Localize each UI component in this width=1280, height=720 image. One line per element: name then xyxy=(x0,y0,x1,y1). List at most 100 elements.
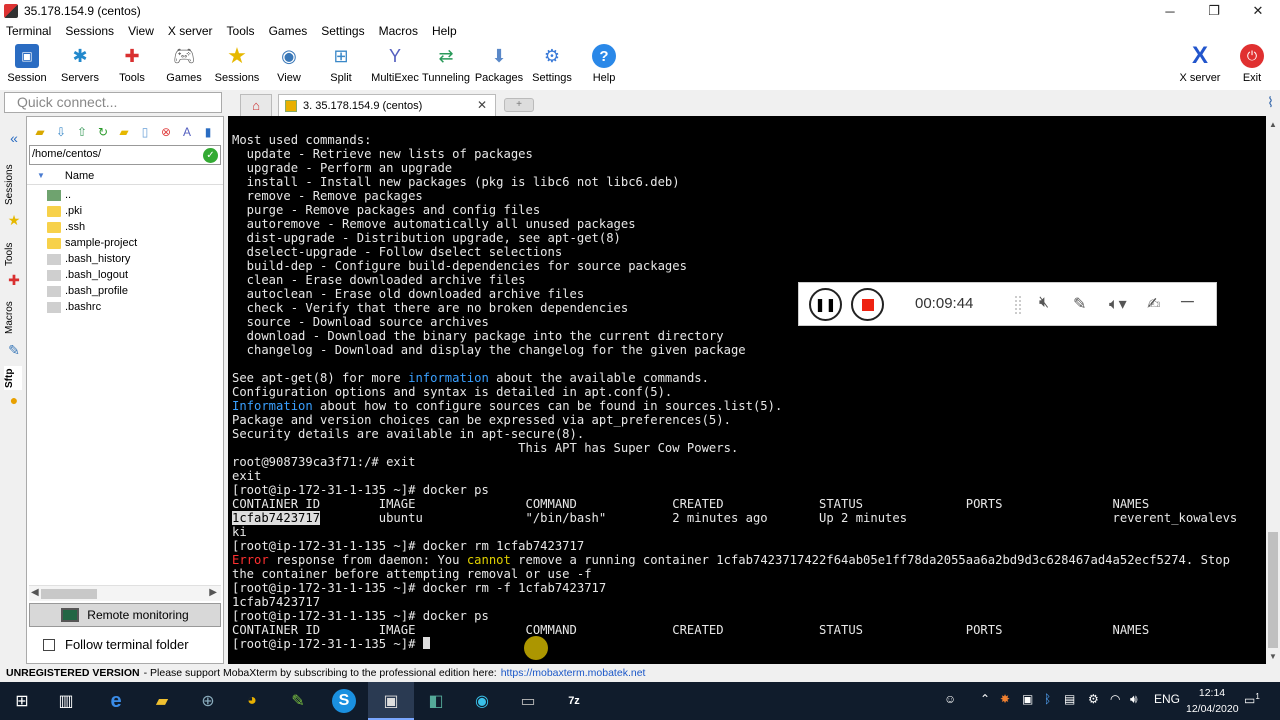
menu-macros[interactable]: Macros xyxy=(379,24,418,38)
file-item[interactable]: .bashrc xyxy=(47,299,101,315)
menu-help[interactable]: Help xyxy=(432,24,457,38)
session-button[interactable]: ▣ Session xyxy=(1,42,53,88)
parent-folder-icon[interactable]: ▰ xyxy=(31,123,49,141)
new-folder-icon[interactable]: ▰ xyxy=(115,123,133,141)
wifi-icon[interactable]: ◠ xyxy=(1110,692,1120,706)
multiexec-button[interactable]: Y MultiExec xyxy=(369,42,421,88)
menu-terminal[interactable]: Terminal xyxy=(6,24,51,38)
x-server-button[interactable]: X X server xyxy=(1174,42,1226,88)
system-audio-icon[interactable]: 🔈︎▾ xyxy=(1109,294,1127,314)
terminal-view[interactable]: Most used commands: update - Retrieve ne… xyxy=(228,116,1266,664)
name-column-header[interactable]: Name xyxy=(65,170,94,182)
skype-icon[interactable]: S xyxy=(332,689,356,713)
delete-icon[interactable]: ⊗ xyxy=(157,123,175,141)
file-explorer-icon[interactable]: ▰ xyxy=(150,689,174,713)
close-window-button[interactable]: ✕ xyxy=(1236,0,1280,22)
network-app-icon[interactable]: ⊕ xyxy=(196,689,220,713)
scroll-down-icon[interactable]: ▼ xyxy=(1269,652,1277,661)
games-button[interactable]: 🎮︎ Games xyxy=(158,42,210,88)
task-view-icon[interactable]: ▥ xyxy=(54,689,78,713)
system-clock[interactable]: 12:14 12/04/2020 xyxy=(1186,685,1239,717)
bluetooth-icon[interactable]: ᛒ xyxy=(1044,692,1051,706)
view-button[interactable]: ◉ View xyxy=(263,42,315,88)
edge-icon[interactable]: e xyxy=(104,689,128,713)
file-item[interactable]: .pki xyxy=(47,203,82,219)
close-tab-icon[interactable]: ✕ xyxy=(477,98,487,112)
maximize-button[interactable]: ❐ xyxy=(1192,0,1236,22)
menu-games[interactable]: Games xyxy=(269,24,308,38)
exit-button[interactable]: ⏻ Exit xyxy=(1226,42,1278,88)
split-button[interactable]: ⊞ Split xyxy=(315,42,367,88)
sessions-button[interactable]: ★ Sessions xyxy=(211,42,263,88)
tray-expand-icon[interactable]: ⌃ xyxy=(980,692,990,706)
file-list-header[interactable]: ▼ Name xyxy=(27,167,223,185)
follow-terminal-folder-checkbox[interactable]: Follow terminal folder xyxy=(43,637,189,652)
side-tab-sessions[interactable]: Sessions xyxy=(4,160,22,210)
terminal-scrollbar[interactable]: ▲ ▼ xyxy=(1266,116,1280,664)
drag-handle[interactable] xyxy=(1015,296,1021,314)
tray-app-icon[interactable]: ⚙ xyxy=(1088,692,1099,706)
checkbox[interactable] xyxy=(43,638,55,651)
scroll-left-icon[interactable]: ◀ xyxy=(31,587,39,598)
side-tab-macros[interactable]: Macros xyxy=(4,296,22,340)
tunneling-button[interactable]: ⇄ Tunneling xyxy=(420,42,472,88)
refresh-icon[interactable]: ↻ xyxy=(94,123,112,141)
language-indicator[interactable]: ENG xyxy=(1154,692,1180,706)
servers-button[interactable]: ✱ Servers xyxy=(54,42,106,88)
tools-button[interactable]: ✚ Tools xyxy=(106,42,158,88)
browser-icon[interactable]: ◉ xyxy=(470,689,494,713)
new-file-icon[interactable]: ▯ xyxy=(136,123,154,141)
file-item[interactable]: sample-project xyxy=(47,235,137,251)
scroll-up-icon[interactable]: ▲ xyxy=(1269,120,1277,129)
menu-view[interactable]: View xyxy=(128,24,154,38)
download-icon[interactable]: ⇩ xyxy=(52,123,70,141)
file-item[interactable]: .bash_profile xyxy=(47,283,128,299)
quick-connect-input[interactable]: Quick connect... xyxy=(4,92,222,113)
chrome-icon[interactable]: ◕ xyxy=(240,689,264,713)
tray-app-icon[interactable]: ▤ xyxy=(1064,692,1075,706)
mobaxterm-taskbar-icon[interactable]: ▣ xyxy=(379,689,403,713)
file-item[interactable]: .ssh xyxy=(47,219,85,235)
pause-recording-button[interactable]: ❚❚ xyxy=(809,288,842,321)
7zip-icon[interactable]: 7z xyxy=(562,689,586,713)
tray-app-icon[interactable]: ✸ xyxy=(1000,692,1010,706)
tab-session-3[interactable]: 3. 35.178.154.9 (centos) ✕ xyxy=(278,94,496,116)
volume-icon[interactable]: 🔊︎ xyxy=(1130,692,1138,707)
mic-off-icon[interactable]: ✎ xyxy=(1073,294,1086,314)
mute-audio-icon[interactable]: 🔇︎ xyxy=(1039,294,1049,312)
tray-app-icon[interactable]: ▣ xyxy=(1022,692,1033,706)
settings-button[interactable]: ⚙ Settings xyxy=(526,42,578,88)
app-icon[interactable]: ◧ xyxy=(424,689,448,713)
help-button[interactable]: ? Help xyxy=(578,42,630,88)
annotate-pen-icon[interactable]: ✍︎ xyxy=(1147,294,1160,314)
rename-icon[interactable]: A xyxy=(178,123,196,141)
new-tab-button[interactable]: + xyxy=(504,98,534,112)
collapse-sidebar-icon[interactable]: « xyxy=(6,130,22,146)
packages-button[interactable]: ⬇ Packages xyxy=(473,42,525,88)
remote-monitoring-button[interactable]: Remote monitoring xyxy=(29,603,221,627)
minimize-recorder-icon[interactable]: ─ xyxy=(1181,291,1194,312)
checkmark-icon[interactable]: ✓ xyxy=(203,148,218,163)
side-tab-sftp[interactable]: Sftp xyxy=(4,366,22,390)
scrollbar-thumb[interactable] xyxy=(41,589,97,599)
menu-tools[interactable]: Tools xyxy=(227,24,255,38)
scrollbar-thumb[interactable] xyxy=(1268,532,1278,648)
menu-settings[interactable]: Settings xyxy=(321,24,364,38)
sftp-horizontal-scrollbar[interactable]: ◀ ▶ xyxy=(29,585,221,601)
scroll-right-icon[interactable]: ▶ xyxy=(209,587,217,598)
home-tab[interactable]: ⌂ xyxy=(240,94,272,116)
notepad-icon[interactable]: ✎ xyxy=(286,689,310,713)
upload-icon[interactable]: ⇧ xyxy=(73,123,91,141)
windows-start-icon[interactable]: ⊞ xyxy=(10,689,34,713)
sftp-path-field[interactable]: /home/centos/ ✓ xyxy=(29,145,221,165)
file-item[interactable]: .. xyxy=(47,187,71,203)
side-tab-tools[interactable]: Tools xyxy=(4,236,22,272)
permissions-icon[interactable]: ▮ xyxy=(199,123,217,141)
file-item[interactable]: .bash_logout xyxy=(47,267,128,283)
paperclip-icon[interactable]: ⌇ xyxy=(1267,94,1274,111)
minimize-button[interactable]: ─ xyxy=(1148,0,1192,22)
notification-center-icon[interactable]: ▭1 xyxy=(1244,692,1260,707)
mobaxterm-link[interactable]: https://mobaxterm.mobatek.net xyxy=(501,667,646,679)
menu-sessions[interactable]: Sessions xyxy=(65,24,114,38)
file-item[interactable]: .bash_history xyxy=(47,251,130,267)
